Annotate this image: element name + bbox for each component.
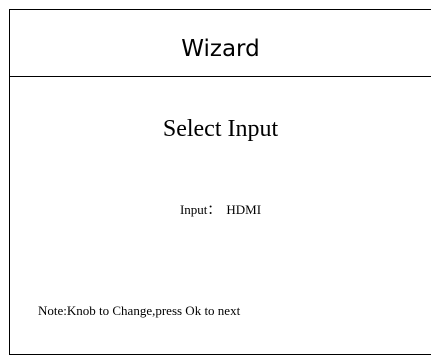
instruction-note: Note:Knob to Change,press Ok to next <box>38 303 241 318</box>
header-bar: Wizard <box>10 10 431 77</box>
input-label: Input： <box>179 202 221 217</box>
input-value[interactable]: HDMI <box>226 202 261 217</box>
page-title: Select Input <box>162 116 279 142</box>
wizard-screen: Wizard Select Input Input： HDMI Note:Knob… <box>9 9 431 355</box>
input-selector[interactable]: Input： HDMI <box>10 203 431 216</box>
header-title: Wizard <box>181 36 260 62</box>
